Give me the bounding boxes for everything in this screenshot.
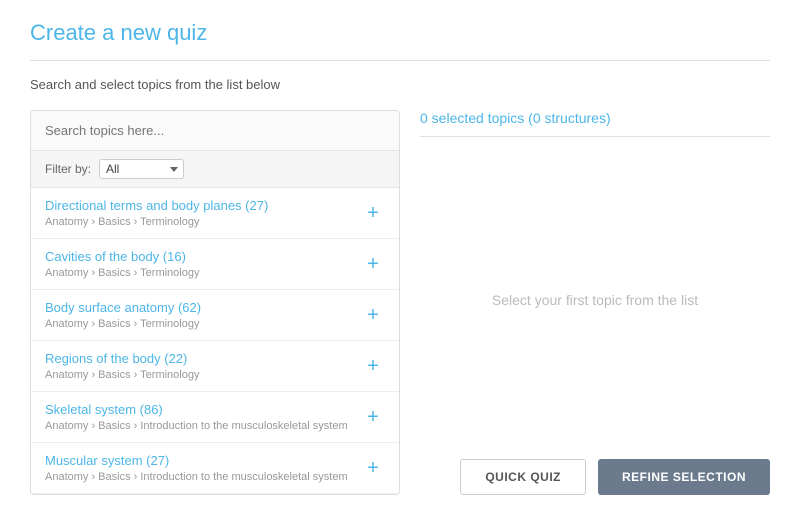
topic-breadcrumb: Anatomy › Basics › Terminology <box>45 267 361 279</box>
topic-info: Muscular system (27) Anatomy › Basics › I… <box>45 453 361 483</box>
topics-list: Directional terms and body planes (27) An… <box>31 188 399 494</box>
filter-select[interactable]: All Anatomy Physiology Histology <box>99 159 184 179</box>
topic-add-button[interactable]: + <box>361 356 385 376</box>
topic-name: Body surface anatomy (62) <box>45 300 361 315</box>
action-buttons: QUICK QUIZ REFINE SELECTION <box>420 447 770 495</box>
topic-info: Regions of the body (22) Anatomy › Basics… <box>45 351 361 381</box>
page-title: Create a new quiz <box>30 20 770 46</box>
topic-breadcrumb: Anatomy › Basics › Terminology <box>45 216 361 228</box>
topic-add-button[interactable]: + <box>361 407 385 427</box>
topic-name: Muscular system (27) <box>45 453 361 468</box>
topic-add-button[interactable]: + <box>361 458 385 478</box>
selected-topics-panel: 0 selected topics (0 structures) Select … <box>420 110 770 495</box>
topic-info: Directional terms and body planes (27) An… <box>45 198 361 228</box>
empty-selection-text: Select your first topic from the list <box>420 153 770 447</box>
topic-add-button[interactable]: + <box>361 203 385 223</box>
page-subtitle: Search and select topics from the list b… <box>30 77 770 92</box>
topic-breadcrumb: Anatomy › Basics › Terminology <box>45 318 361 330</box>
selected-topics-header: 0 selected topics (0 structures) <box>420 110 770 137</box>
search-input[interactable] <box>45 123 385 138</box>
topic-name: Regions of the body (22) <box>45 351 361 366</box>
topic-name: Directional terms and body planes (27) <box>45 198 361 213</box>
quick-quiz-button[interactable]: QUICK QUIZ <box>460 459 586 495</box>
topic-breadcrumb: Anatomy › Basics › Introduction to the m… <box>45 420 361 432</box>
topic-name: Skeletal system (86) <box>45 402 361 417</box>
topic-breadcrumb: Anatomy › Basics › Terminology <box>45 369 361 381</box>
topic-info: Cavities of the body (16) Anatomy › Basic… <box>45 249 361 279</box>
topic-item[interactable]: Regions of the body (22) Anatomy › Basics… <box>31 341 399 392</box>
topic-breadcrumb: Anatomy › Basics › Introduction to the m… <box>45 471 361 483</box>
topic-item[interactable]: Skeletal system (86) Anatomy › Basics › I… <box>31 392 399 443</box>
topic-item[interactable]: Cavities of the body (16) Anatomy › Basic… <box>31 239 399 290</box>
search-box[interactable] <box>31 111 399 151</box>
topic-item[interactable]: Directional terms and body planes (27) An… <box>31 188 399 239</box>
topic-add-button[interactable]: + <box>361 254 385 274</box>
topic-info: Body surface anatomy (62) Anatomy › Basic… <box>45 300 361 330</box>
refine-selection-button[interactable]: REFINE SELECTION <box>598 459 770 495</box>
topic-item[interactable]: Body surface anatomy (62) Anatomy › Basic… <box>31 290 399 341</box>
title-divider <box>30 60 770 61</box>
filter-label: Filter by: <box>45 162 91 176</box>
filter-row: Filter by: All Anatomy Physiology Histol… <box>31 151 399 188</box>
topic-search-panel: Filter by: All Anatomy Physiology Histol… <box>30 110 400 495</box>
topic-item[interactable]: Muscular system (27) Anatomy › Basics › I… <box>31 443 399 494</box>
topic-name: Cavities of the body (16) <box>45 249 361 264</box>
topic-info: Skeletal system (86) Anatomy › Basics › I… <box>45 402 361 432</box>
topic-add-button[interactable]: + <box>361 305 385 325</box>
